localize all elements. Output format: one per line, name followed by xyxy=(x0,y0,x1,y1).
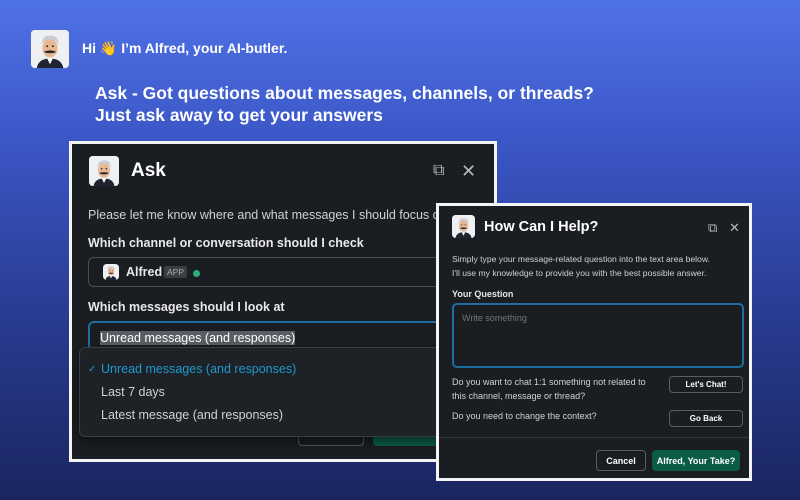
channel-label: Which channel or conversation should I c… xyxy=(88,236,364,250)
help-description-2: I'll use my knowledge to provide you wit… xyxy=(452,268,707,278)
ask-avatar xyxy=(89,156,119,186)
help-title: How Can I Help? xyxy=(484,219,599,235)
messages-select-value: Unread messages (and responses) xyxy=(100,331,296,345)
context-prompt: Do you need to change the context? xyxy=(452,411,597,421)
cancel-button[interactable]: Cancel xyxy=(596,450,646,471)
question-label: Your Question xyxy=(452,289,514,299)
chat-prompt-2: this channel, message or thread? xyxy=(452,391,586,401)
help-modal: How Can I Help? ⧉ ✕ Simply type your mes… xyxy=(436,203,752,481)
lets-chat-button[interactable]: Let's Chat! xyxy=(669,376,743,393)
app-badge: APP xyxy=(164,266,188,278)
go-back-button[interactable]: Go Back xyxy=(669,410,743,427)
dropdown-option[interactable]: Latest message (and responses) xyxy=(101,408,283,422)
option-check-icon: ✓ xyxy=(88,364,97,375)
footer-divider xyxy=(439,437,749,438)
popout-icon[interactable]: ⧉ xyxy=(433,163,444,179)
help-description-1: Simply type your message-related questio… xyxy=(452,254,710,264)
ask-title: Ask xyxy=(131,160,166,181)
messages-dropdown: ✓ Unread messages (and responses) Last 7… xyxy=(79,347,494,437)
messages-label: Which messages should I look at xyxy=(88,300,285,314)
ask-modal: Ask ⧉ ✕ Please let me know where and wha… xyxy=(69,141,497,462)
popout-icon[interactable]: ⧉ xyxy=(708,220,717,236)
channel-value: Alfred xyxy=(126,265,163,279)
online-status-dot xyxy=(193,270,200,277)
ask-description: Please let me know where and what messag… xyxy=(88,208,447,222)
dropdown-option[interactable]: Unread messages (and responses) xyxy=(101,362,296,376)
headline-line-2: Just ask away to get your answers xyxy=(95,105,383,125)
headline-line-1: Ask - Got questions about messages, chan… xyxy=(95,83,594,103)
headline: Ask - Got questions about messages, chan… xyxy=(95,82,594,126)
alfred-avatar xyxy=(31,30,69,68)
alfred-your-take-button[interactable]: Alfred, Your Take? xyxy=(652,450,740,471)
channel-avatar xyxy=(103,264,119,280)
question-input[interactable] xyxy=(452,303,744,368)
dropdown-option[interactable]: Last 7 days xyxy=(101,385,165,399)
close-icon[interactable]: ✕ xyxy=(461,162,476,180)
chat-prompt-1: Do you want to chat 1:1 something not re… xyxy=(452,377,646,387)
help-avatar xyxy=(452,215,475,238)
channel-select[interactable]: Alfred APP xyxy=(88,257,488,287)
greeting: Hi 👋 I’m Alfred, your AI-butler. xyxy=(82,40,288,56)
close-icon[interactable]: ✕ xyxy=(729,220,740,236)
